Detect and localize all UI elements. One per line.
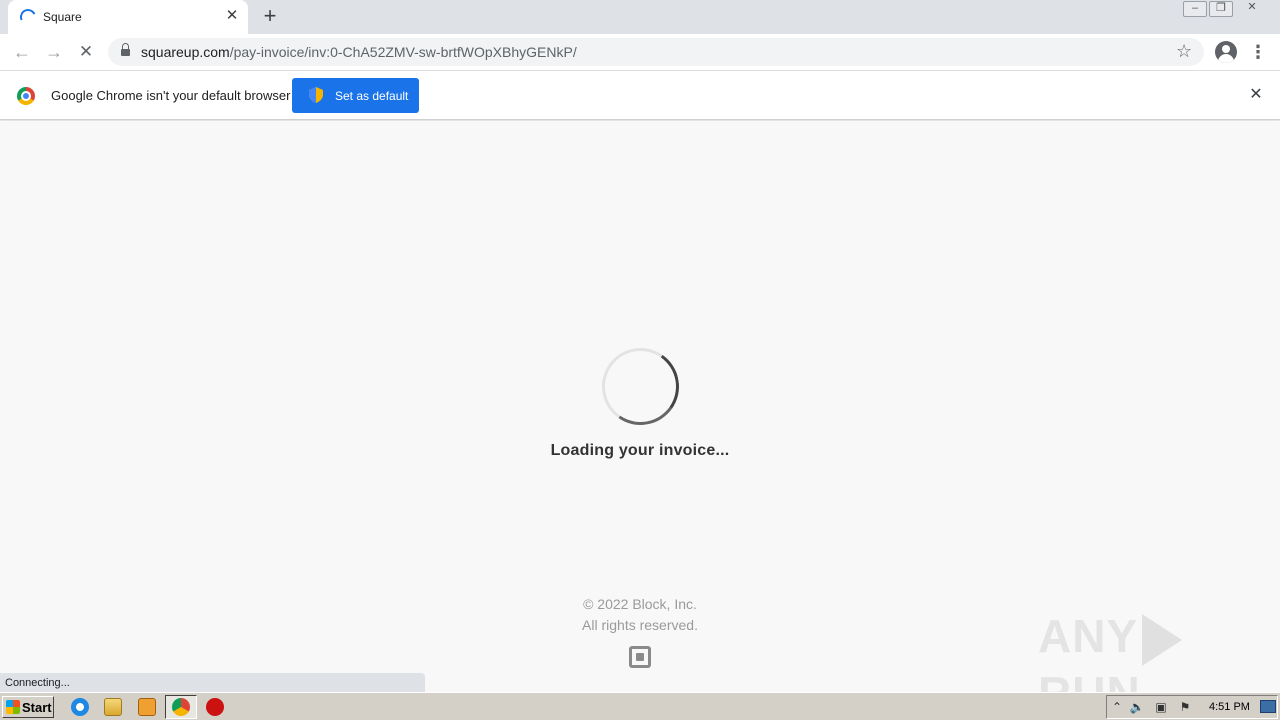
tab-strip: Square ✕ + – ❐ ✕ [0, 0, 1280, 34]
internet-explorer-icon[interactable] [71, 698, 89, 716]
set-as-default-button[interactable]: Set as default [292, 78, 419, 113]
start-label: Start [22, 700, 52, 715]
play-icon [1142, 613, 1183, 666]
profile-icon[interactable] [1215, 41, 1237, 63]
forward-button[interactable]: → [42, 40, 66, 64]
url-path: /pay-invoice/inv:0-ChA52ZMV-sw-brtfWOpXB… [229, 44, 577, 60]
status-text: Connecting... [5, 677, 70, 689]
infobar-close-icon[interactable]: ✕ [1246, 85, 1266, 105]
back-icon: ← [13, 42, 31, 62]
lock-icon[interactable] [121, 43, 130, 57]
stop-icon: ✕ [78, 42, 94, 61]
address-bar[interactable]: squareup.com/pay-invoice/inv:0-ChA52ZMV-… [108, 38, 1204, 66]
file-explorer-icon[interactable] [104, 698, 122, 716]
star-icon[interactable]: ☆ [1176, 41, 1192, 62]
action-center-flag-icon[interactable]: ⚑ [1177, 700, 1193, 714]
menu-icon[interactable]: ⋮ [1248, 40, 1268, 64]
loading-spinner-icon [17, 6, 39, 28]
restore-button[interactable]: ❐ [1209, 1, 1233, 17]
browser-toolbar: ← → ✕ squareup.com/pay-invoice/inv:0-ChA… [0, 34, 1280, 71]
show-desktop-icon[interactable] [1260, 700, 1276, 713]
url-text[interactable]: squareup.com/pay-invoice/inv:0-ChA52ZMV-… [141, 44, 577, 60]
status-bubble: Connecting... [0, 673, 425, 692]
system-tray: ⌃ 🔈 ▣ ⚑ 4:51 PM [1106, 695, 1278, 719]
square-logo-icon [629, 646, 651, 668]
back-button[interactable]: ← [10, 40, 34, 64]
show-hidden-icons-icon[interactable]: ⌃ [1109, 700, 1125, 714]
tab-square[interactable]: Square ✕ [8, 0, 248, 34]
window-close-button[interactable]: ✕ [1240, 1, 1264, 17]
set-as-default-label: Set as default [335, 89, 409, 103]
taskbar-chrome-button[interactable] [165, 695, 197, 719]
shield-icon [309, 87, 323, 103]
start-button[interactable]: Start [2, 696, 54, 718]
watermark-left: ANY [1038, 610, 1139, 662]
windows-flag-icon [6, 700, 20, 714]
loading-spinner [595, 341, 686, 432]
page-content: Loading your invoice... © 2022 Block, In… [0, 121, 1280, 719]
clock[interactable]: 4:51 PM [1209, 701, 1250, 713]
new-tab-button[interactable]: + [258, 5, 282, 29]
tab-title: Square [43, 10, 82, 24]
network-icon[interactable]: ▣ [1153, 700, 1169, 714]
stop-button[interactable]: ✕ [74, 40, 98, 64]
volume-icon[interactable]: 🔈 [1129, 700, 1145, 714]
minimize-button[interactable]: – [1183, 1, 1207, 17]
infobar-message: Google Chrome isn't your default browser [51, 88, 291, 103]
chrome-logo-icon [17, 87, 35, 105]
tab-close-icon[interactable]: ✕ [223, 7, 241, 25]
url-host: squareup.com [141, 44, 230, 60]
taskbar: Start ⌃ 🔈 ▣ ⚑ 4:51 PM [0, 692, 1280, 720]
loading-message: Loading your invoice... [550, 442, 730, 459]
media-player-icon[interactable] [138, 698, 156, 716]
chrome-icon [172, 698, 190, 716]
forward-icon: → [45, 42, 63, 62]
default-browser-infobar: Google Chrome isn't your default browser… [0, 71, 1280, 120]
opera-icon[interactable] [206, 698, 224, 716]
